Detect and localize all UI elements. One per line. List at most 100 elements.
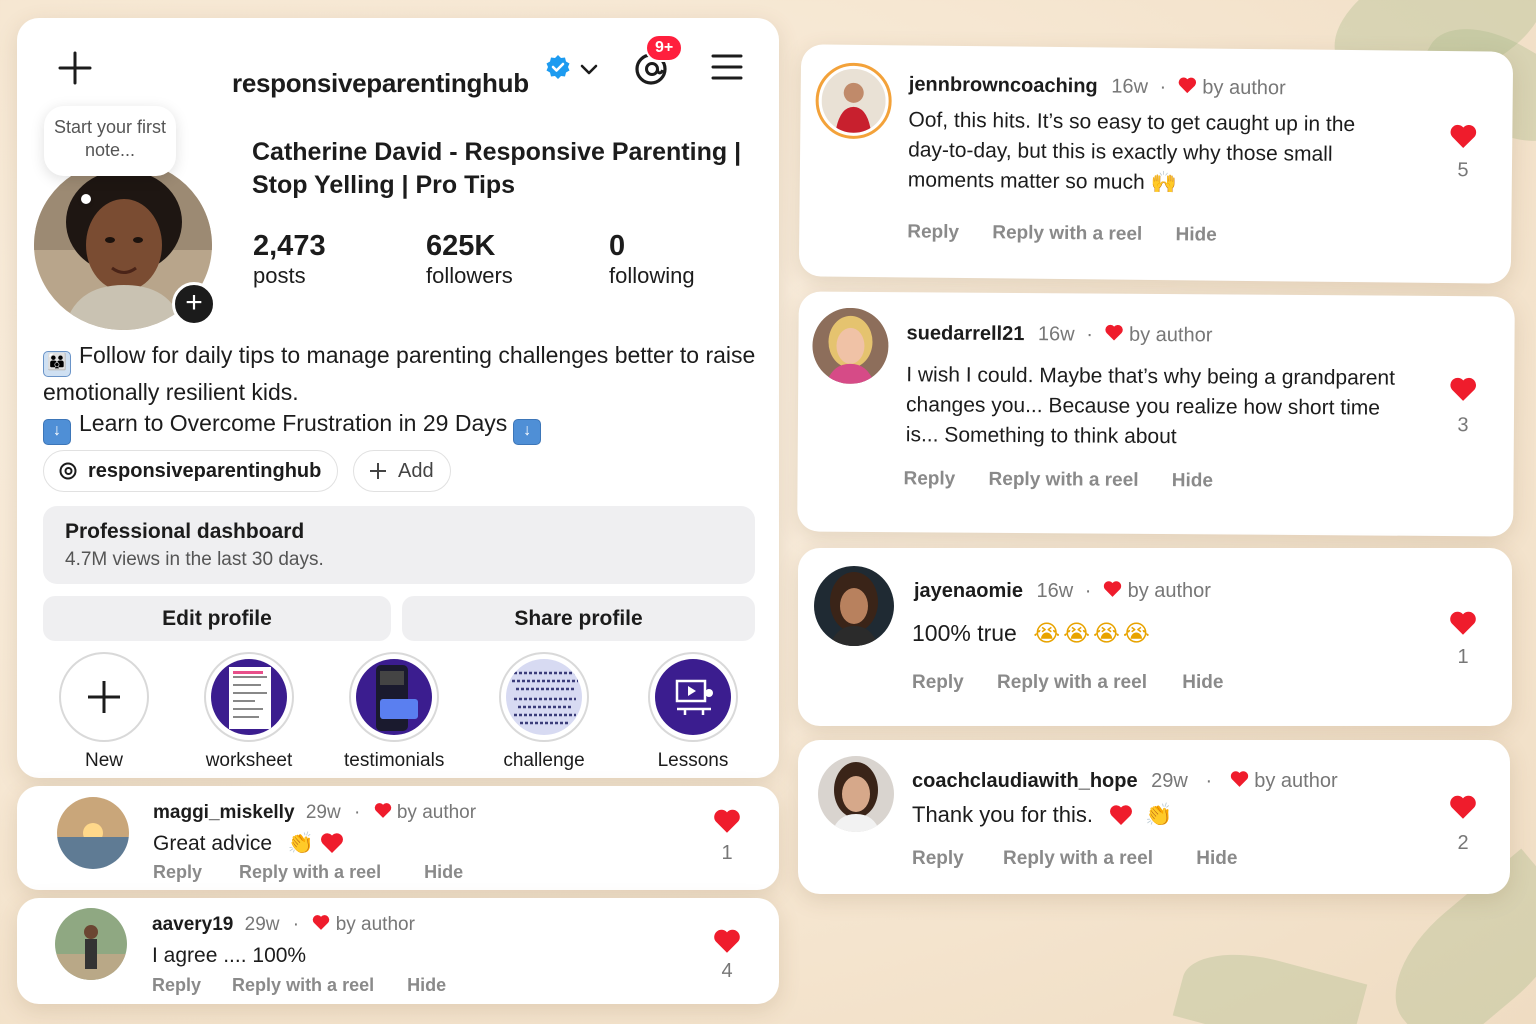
- like-heart-icon[interactable]: [1449, 376, 1477, 401]
- highlight-testimonials[interactable]: testimonials: [344, 652, 444, 772]
- reply-button[interactable]: Reply: [903, 468, 955, 489]
- reply-with-reel-button[interactable]: Reply with a reel: [992, 222, 1142, 245]
- reply-button[interactable]: Reply: [153, 862, 202, 882]
- comment-age: 16w: [1036, 580, 1074, 602]
- comment-username[interactable]: maggi_miskelly: [153, 802, 295, 823]
- reply-button[interactable]: Reply: [912, 848, 964, 869]
- like-count: 1: [721, 842, 733, 864]
- reply-with-reel-button[interactable]: Reply with a reel: [239, 862, 381, 882]
- highlight-worksheet[interactable]: worksheet: [199, 652, 299, 772]
- stat-following-label: following: [609, 263, 695, 288]
- comment-username[interactable]: jennbrowncoaching: [909, 73, 1098, 97]
- highlight-lessons[interactable]: Lessons: [643, 652, 743, 772]
- plus-icon: [370, 463, 386, 479]
- by-author-label: by author: [396, 802, 477, 823]
- commenter-avatar[interactable]: [815, 62, 893, 140]
- comment-username[interactable]: aavery19: [152, 914, 233, 935]
- hide-button[interactable]: Hide: [1196, 848, 1237, 869]
- comment-actions: Reply Reply with a reel Hide: [153, 862, 463, 883]
- threads-link-chip[interactable]: responsiveparentinghub: [43, 450, 339, 492]
- bio-line-2: Learn to Overcome Frustration in 29 Days: [79, 410, 508, 436]
- comment-actions: Reply Reply with a reel Hide: [907, 221, 1217, 246]
- stat-followers[interactable]: 625K followers: [426, 230, 513, 289]
- reply-button[interactable]: Reply: [907, 221, 959, 243]
- commenter-avatar[interactable]: [55, 908, 127, 980]
- comment-age: 29w: [244, 914, 280, 935]
- reply-with-reel-button[interactable]: Reply with a reel: [232, 975, 374, 995]
- by-author-label: by author: [1254, 770, 1338, 792]
- comment-username[interactable]: coachclaudiawith_hope: [912, 770, 1138, 792]
- commenter-avatar[interactable]: [814, 566, 894, 646]
- stat-followers-value: 625K: [426, 230, 496, 262]
- comment-actions: Reply Reply with a reel Hide: [152, 975, 446, 996]
- dashboard-subtitle: 4.7M views in the last 30 days.: [65, 549, 324, 570]
- hide-button[interactable]: Hide: [407, 975, 446, 995]
- reply-with-reel-button[interactable]: Reply with a reel: [997, 672, 1147, 693]
- comment-age: 16w: [1037, 323, 1075, 346]
- comment-username[interactable]: jayenaomie: [914, 580, 1023, 602]
- share-profile-button[interactable]: Share profile: [402, 596, 755, 641]
- like-heart-icon[interactable]: [1449, 123, 1477, 148]
- display-name: Catherine David - Responsive Parenting |…: [252, 138, 742, 199]
- reply-button[interactable]: Reply: [912, 672, 964, 693]
- like-count: 2: [1457, 832, 1469, 854]
- commenter-avatar[interactable]: [812, 307, 889, 385]
- comment-text: I wish I could. Maybe that’s why being a…: [905, 363, 1396, 449]
- by-author-label: by author: [1202, 76, 1286, 100]
- hide-button[interactable]: Hide: [1182, 672, 1223, 693]
- comment-actions: Reply Reply with a reel Hide: [912, 848, 1237, 870]
- reply-with-reel-button[interactable]: Reply with a reel: [988, 469, 1138, 491]
- highlight-cover: [356, 659, 432, 735]
- reply-with-reel-button[interactable]: Reply with a reel: [1003, 848, 1153, 869]
- stat-following[interactable]: 0 following: [609, 230, 695, 289]
- like-heart-icon[interactable]: [713, 928, 741, 953]
- highlight-cover: [211, 659, 287, 735]
- hide-button[interactable]: Hide: [1175, 224, 1216, 245]
- comment-card: maggi_miskelly 29w · by author Great adv…: [17, 786, 779, 890]
- comment-card: jennbrowncoaching 16w · by author Oof, t…: [798, 44, 1514, 284]
- chevron-down-icon[interactable]: [578, 58, 600, 80]
- comment-text: Thank you for this.: [912, 802, 1093, 827]
- professional-dashboard[interactable]: Professional dashboard 4.7M views in the…: [43, 506, 755, 584]
- author-heart-icon: [1103, 581, 1122, 597]
- raised-hands-emoji-icon: 🙌: [1150, 170, 1177, 195]
- like-heart-icon[interactable]: [1449, 794, 1477, 819]
- by-author-label: by author: [335, 914, 415, 935]
- commenter-avatar[interactable]: [818, 756, 894, 832]
- note-bubble-tail: [81, 194, 91, 204]
- hide-button[interactable]: Hide: [1172, 470, 1213, 491]
- author-heart-icon: [1230, 771, 1248, 787]
- comment-header: aavery19 29w · by author: [152, 914, 415, 935]
- crying-emoji-icon: 😭😭😭😭: [1033, 620, 1153, 646]
- commenter-avatar[interactable]: [57, 797, 129, 869]
- author-heart-icon: [313, 915, 330, 930]
- hide-button[interactable]: Hide: [424, 862, 463, 882]
- comment-text: 100% true: [912, 620, 1017, 646]
- menu-icon[interactable]: [710, 50, 744, 84]
- add-link-chip[interactable]: Add: [353, 450, 451, 492]
- add-story-button[interactable]: +: [172, 282, 216, 326]
- reply-button[interactable]: Reply: [152, 975, 201, 995]
- family-emoji-icon: 👪: [43, 351, 71, 377]
- highlight-new[interactable]: New: [54, 652, 154, 772]
- comment-header: jayenaomie 16w · by author: [914, 580, 1211, 602]
- comment-card: suedarrell21 16w · by author I wish I co…: [797, 291, 1515, 537]
- highlight-challenge[interactable]: challenge: [494, 652, 594, 772]
- edit-profile-button[interactable]: Edit profile: [43, 596, 391, 641]
- stat-posts[interactable]: 2,473 posts: [253, 230, 326, 289]
- note-bubble[interactable]: Start your first note...: [44, 106, 176, 176]
- highlight-cover: [506, 659, 582, 735]
- comment-username[interactable]: suedarrell21: [906, 322, 1024, 345]
- down-arrow-emoji-icon: ↓: [513, 419, 542, 445]
- comment-card: jayenaomie 16w · by author 100% true 😭😭😭…: [798, 548, 1512, 726]
- comment-header: maggi_miskelly 29w · by author: [153, 802, 477, 823]
- background-leaf: [1172, 938, 1368, 1024]
- create-plus-icon[interactable]: [57, 50, 93, 86]
- profile-username[interactable]: responsiveparentinghub: [232, 68, 529, 99]
- stat-followers-label: followers: [426, 263, 513, 288]
- like-heart-icon[interactable]: [1449, 610, 1477, 635]
- like-count: 5: [1457, 159, 1469, 182]
- comment-header: jennbrowncoaching 16w · by author: [908, 73, 1286, 100]
- like-heart-icon[interactable]: [713, 808, 741, 833]
- comment-header: suedarrell21 16w · by author: [906, 322, 1213, 347]
